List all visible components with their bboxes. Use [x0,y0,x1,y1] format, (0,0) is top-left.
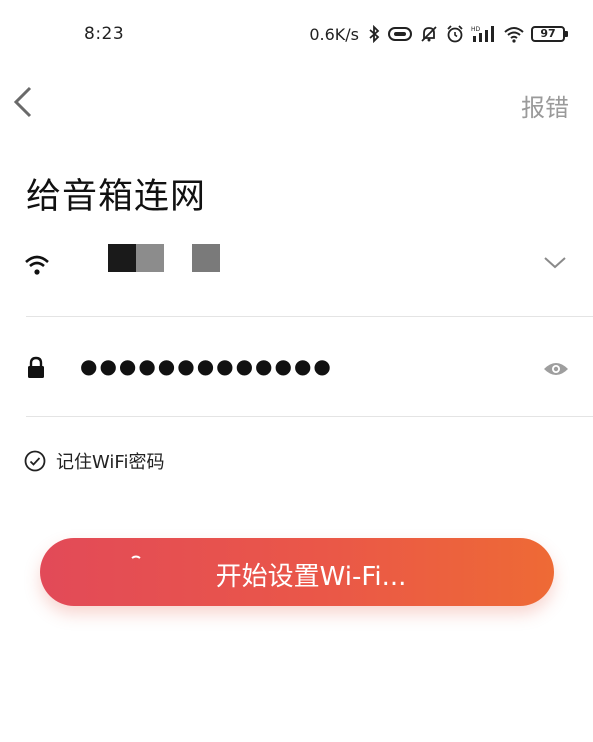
chevron-down-icon[interactable] [543,256,567,270]
page-title: 给音箱连网 [26,177,207,217]
divider [26,316,593,317]
svg-text:HD: HD [471,26,481,33]
headset-icon [388,27,412,41]
start-wifi-setup-button[interactable]: 开始设置Wi-Fi... [40,538,554,606]
start-button-label: 开始设置Wi-Fi... [215,562,407,592]
chevron-left-icon[interactable] [10,84,36,120]
lock-icon [28,356,44,378]
wifi-selector[interactable] [0,232,593,316]
ssid-redacted [108,244,220,272]
wifi-status-icon [504,27,524,43]
password-value[interactable]: ●●●●●●●●●●●●● [80,354,333,378]
nav-bar: 报错 [0,70,593,130]
divider [26,416,593,417]
status-time: 8:23 [84,24,125,44]
battery-icon: 97 [531,26,568,42]
bluetooth-icon [369,25,380,43]
status-icons: 0.6K/s HD 97 [309,22,568,46]
mute-icon [421,26,437,42]
alarm-icon [447,25,463,43]
eye-icon[interactable] [543,360,569,378]
remember-wifi-checkbox[interactable]: 记住WiFi密码 [24,448,164,474]
network-speed: 0.6K/s [309,24,359,44]
remember-label: 记住WiFi密码 [56,452,165,473]
hd-signal-icon: HD [471,26,494,42]
password-field[interactable]: ●●●●●●●●●●●●● [0,330,593,416]
report-error-link[interactable]: 报错 [521,88,569,123]
status-bar: 8:23 0.6K/s HD 97 [0,0,593,66]
check-circle-icon [24,450,46,472]
wifi-icon [25,255,49,275]
